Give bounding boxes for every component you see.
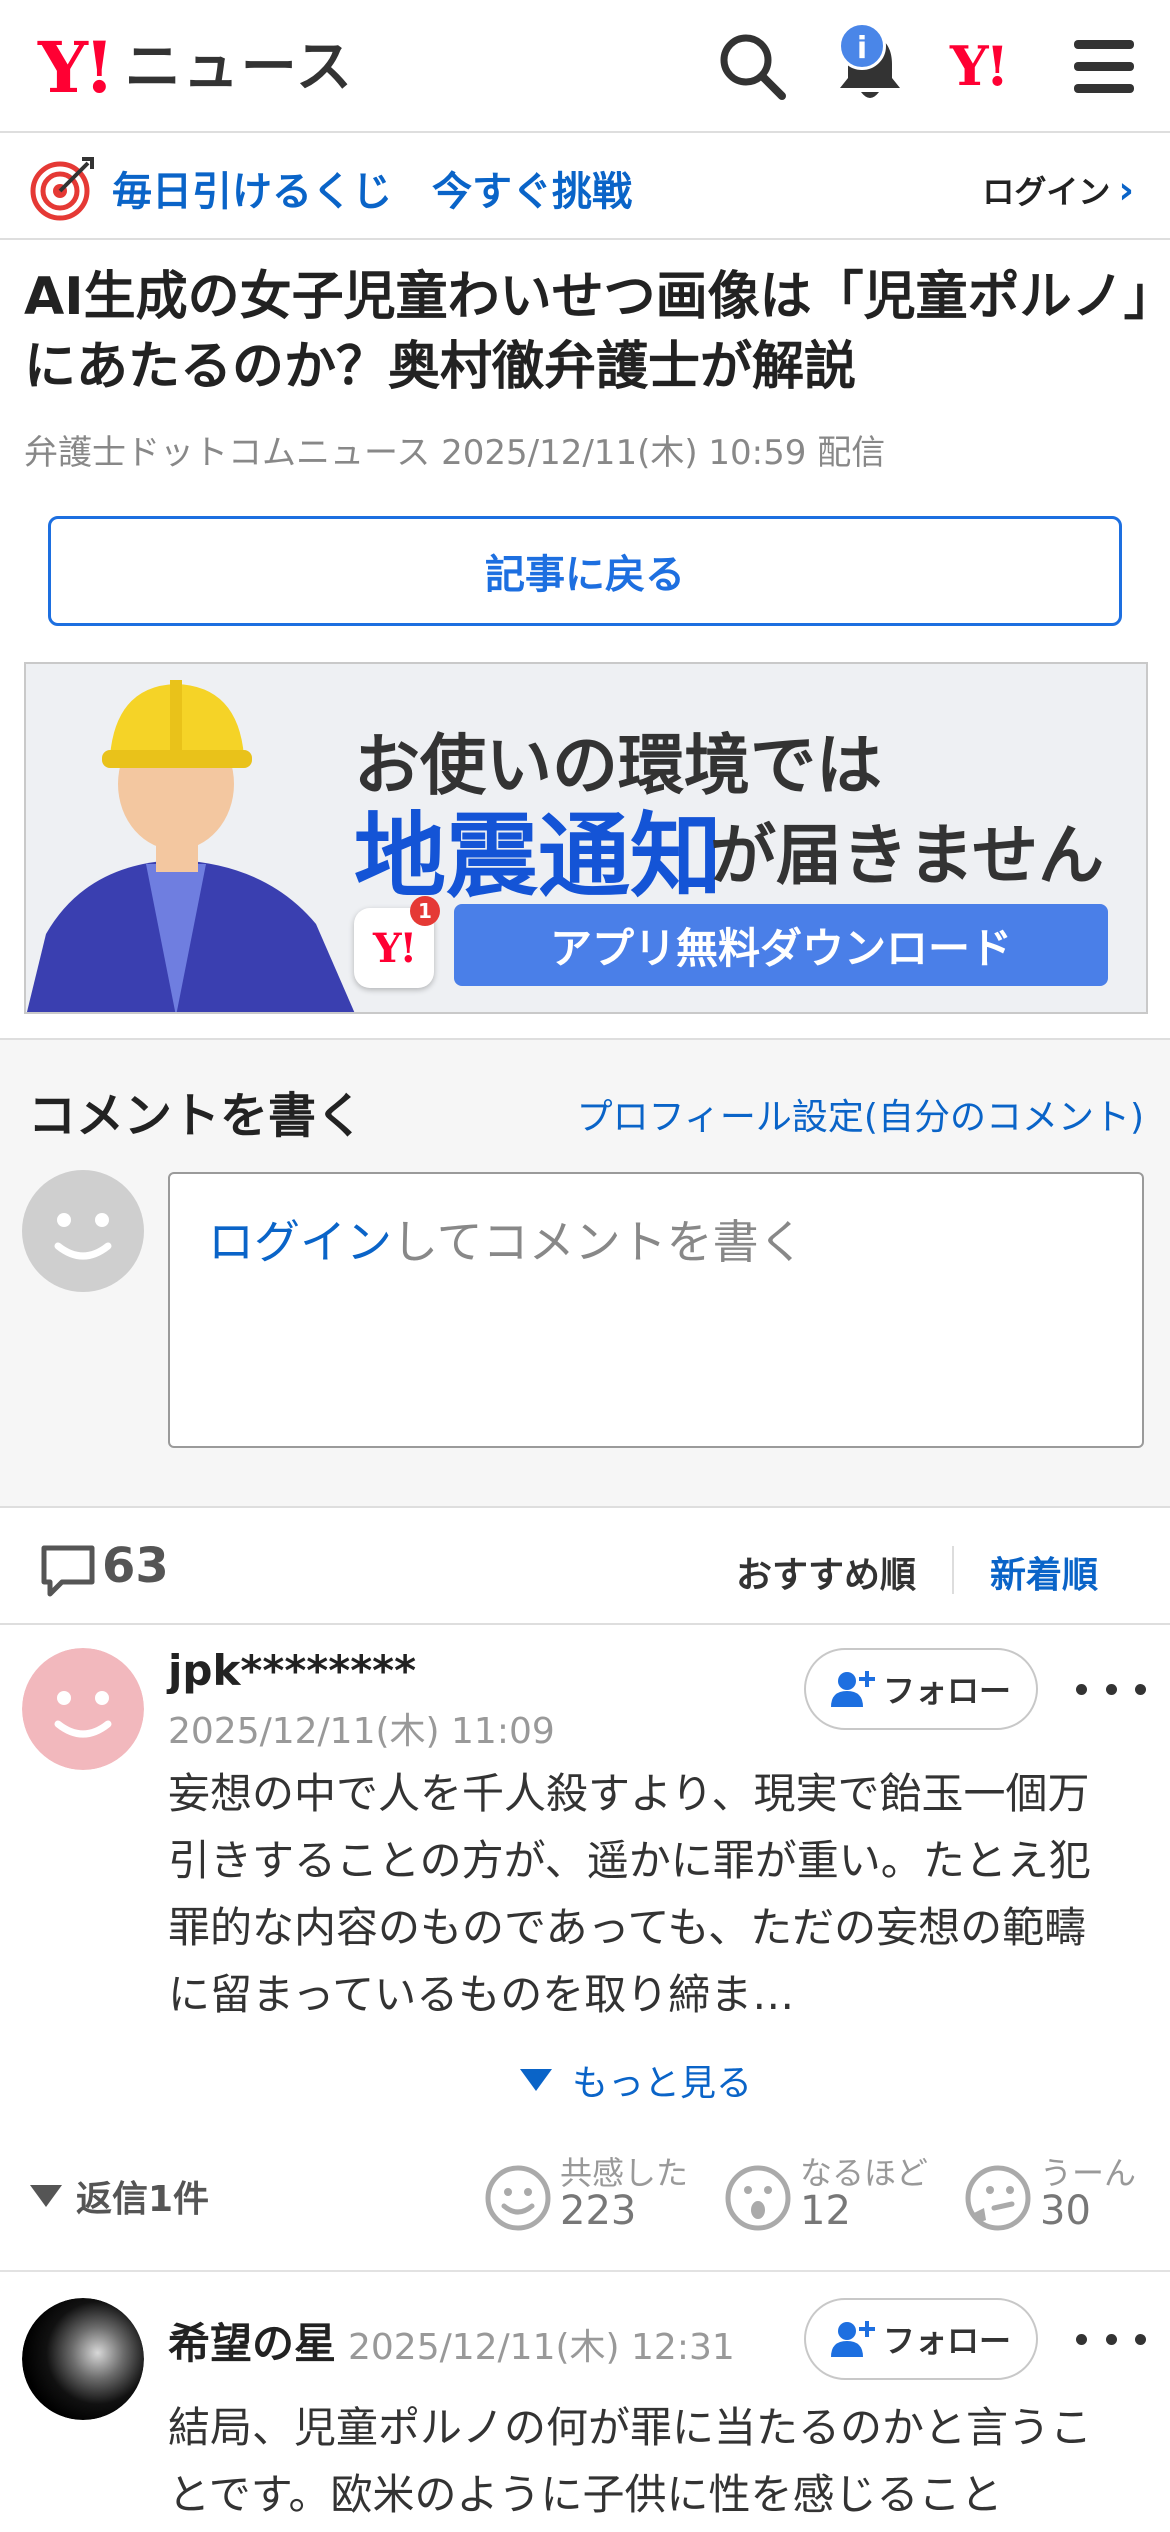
comment-input[interactable]: ログインしてコメントを書く: [168, 1172, 1144, 1448]
banner-line2: が届きません: [710, 817, 1105, 894]
user-avatar[interactable]: [22, 2298, 144, 2420]
profile-settings-link[interactable]: プロフィール設定(自分のコメント): [577, 1088, 1144, 1140]
login-label: ログイン: [982, 173, 1111, 211]
user-avatar[interactable]: [22, 1648, 144, 1770]
yahoo-news-logo[interactable]: Y! ニュース: [38, 28, 354, 108]
comment-body: 結局、児童ポルノの何が罪に当たるのかと言うことです。欧米のように子供に性を感じる…: [168, 2403, 1093, 2519]
comment-icon: [41, 1545, 95, 1597]
lottery-bar: 毎日引けるくじ 今すぐ挑戦 ログイン ›: [0, 135, 1170, 240]
replies-toggle[interactable]: 返信1件: [30, 2170, 209, 2222]
logo-text: ニュース: [124, 35, 354, 100]
replies-label: 返信1件: [76, 2179, 210, 2220]
comment-body: 妄想の中で人を千人殺すより、現実で飴玉一個万引きすることの方が、遥かに罪が重い。…: [168, 1769, 1091, 2019]
follow-label: フォロー: [882, 2322, 1011, 2360]
see-more-link[interactable]: もっと見る: [520, 2054, 752, 2106]
more-options-icon[interactable]: [1076, 1669, 1146, 1709]
reaction-count: 12: [800, 2188, 851, 2234]
sort-divider: [952, 1546, 954, 1594]
article-title: AI生成の女子児童わいせつ画像は「児童ポルノ」にあたるのか？奥村徹弁護士が解説: [24, 267, 1150, 397]
reaction-count: 30: [1040, 2188, 1091, 2234]
reaction-count: 223: [560, 2188, 637, 2234]
app-header: Y! ニュース i Y!: [0, 0, 1170, 133]
login-link[interactable]: ログイン ›: [982, 167, 1134, 213]
comment-date: 2025/12/11(木) 11:09: [168, 1711, 555, 1752]
app-badge: 1: [410, 896, 440, 926]
default-avatar-icon: [22, 1170, 144, 1292]
chevron-right-icon: ›: [1118, 168, 1134, 212]
add-user-icon: [830, 2321, 875, 2357]
see-more-label: もっと見る: [572, 2063, 753, 2104]
sort-recommended[interactable]: おすすめ順: [736, 1546, 916, 1598]
article-source: 弁護士ドットコムニュース 2025/12/11(木) 10:59 配信: [24, 433, 886, 473]
comment-placeholder: してコメントを書く: [392, 1215, 805, 1269]
triangle-down-icon: [30, 2185, 62, 2207]
follow-button[interactable]: フォロー: [804, 1648, 1038, 1730]
comment-heading: コメントを書く: [28, 1088, 365, 1144]
comment-form-section: コメントを書く プロフィール設定(自分のコメント) ログインしてコメントを書く: [0, 1038, 1170, 1508]
sort-newest[interactable]: 新着順: [990, 1546, 1098, 1598]
surprised-icon: [725, 2165, 791, 2231]
back-to-article-button[interactable]: 記事に戻る: [48, 516, 1122, 626]
worker-illustration: [26, 680, 355, 1012]
comment-username[interactable]: 希望の星: [168, 2310, 336, 2371]
banner-highlight: 地震通知: [354, 803, 723, 910]
target-icon: [30, 157, 94, 221]
comment-divider: [0, 2270, 1170, 2272]
smile-icon: [485, 2165, 551, 2231]
comment-date: 2025/12/11(木) 12:31: [348, 2327, 735, 2368]
lottery-link[interactable]: 毎日引けるくじ 今すぐ挑戦: [112, 159, 632, 217]
comment-count: 63: [102, 1538, 169, 1594]
follow-label: フォロー: [882, 1672, 1011, 1710]
app-download-button[interactable]: アプリ無料ダウンロード: [454, 904, 1108, 986]
comment-username[interactable]: jpk********: [168, 1646, 416, 1695]
comment-sort-bar: 63 おすすめ順 新着順: [0, 1510, 1170, 1625]
search-icon[interactable]: [712, 26, 792, 106]
ad-banner[interactable]: お使いの環境では 地震通知 が届きません Y! 1 アプリ無料ダウンロード: [24, 662, 1148, 1014]
follow-button[interactable]: フォロー: [804, 2298, 1038, 2380]
comment-login-link[interactable]: ログイン: [208, 1215, 392, 1269]
thinking-icon: [965, 2165, 1031, 2231]
add-user-icon: [830, 1671, 875, 1707]
menu-icon[interactable]: [1064, 26, 1144, 106]
notification-badge: i: [838, 22, 886, 70]
logo-y-mark: Y!: [38, 26, 115, 109]
triangle-down-icon: [520, 2069, 552, 2091]
yahoo-top-link[interactable]: Y!: [950, 34, 1009, 98]
more-options-icon[interactable]: [1076, 2319, 1146, 2359]
